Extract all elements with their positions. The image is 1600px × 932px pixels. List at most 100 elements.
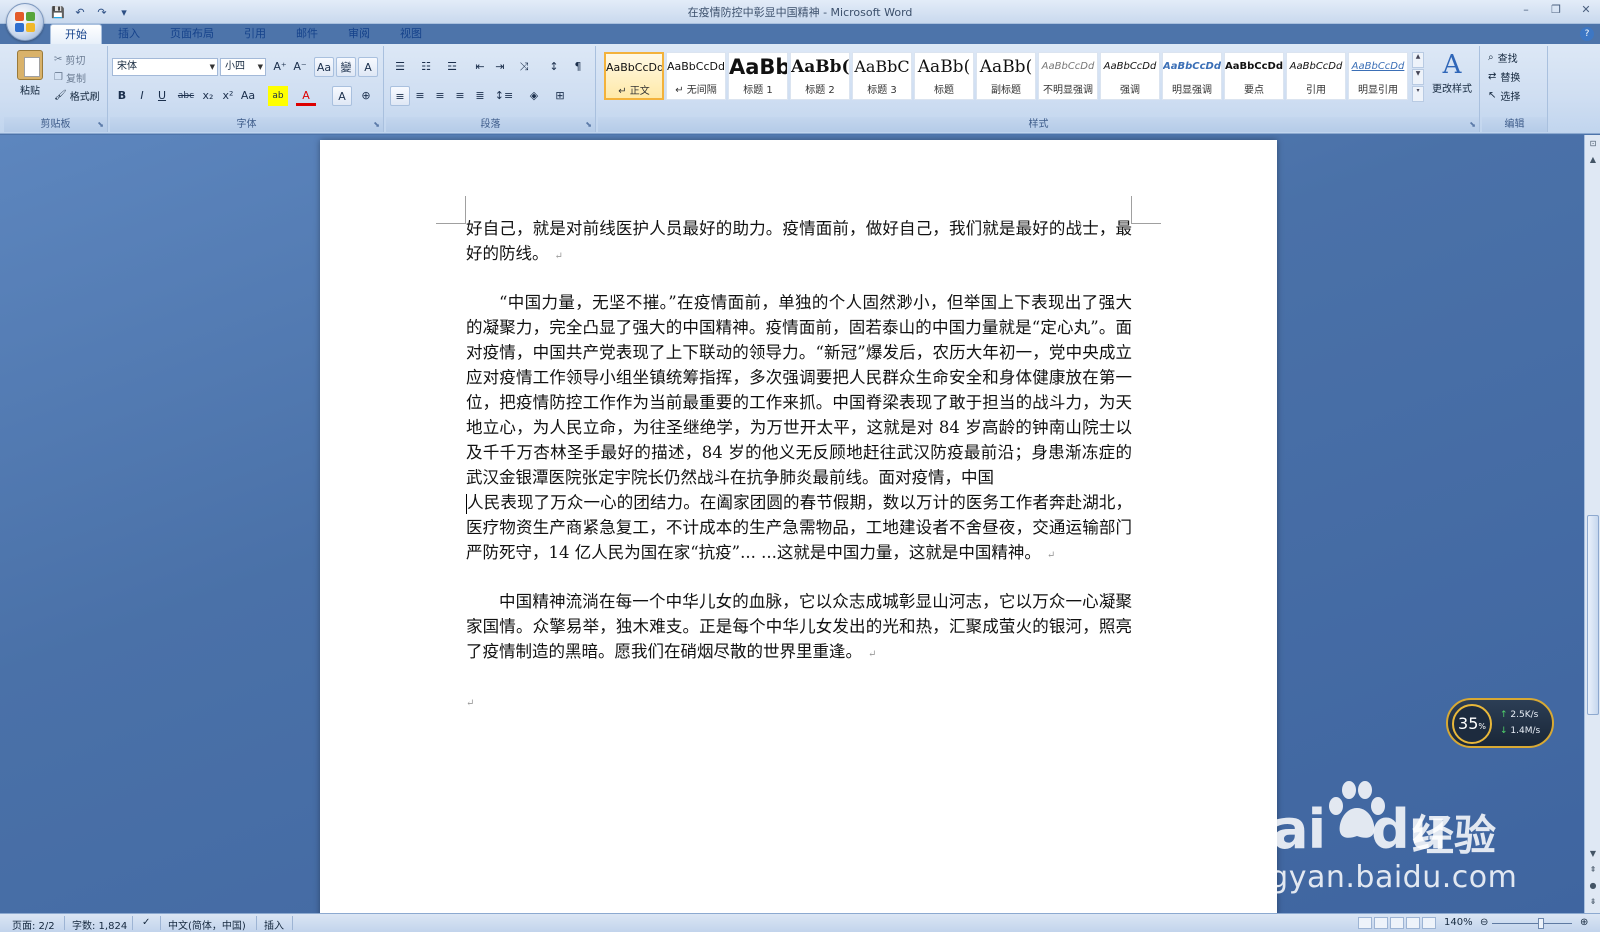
dialog-launcher-icon[interactable]: ⬊ <box>1469 120 1476 129</box>
cut-button[interactable]: ✂ 剪切 <box>54 52 85 67</box>
style-heading-1[interactable]: AaBb 标题 1 <box>728 52 788 100</box>
distributed-button[interactable]: ≣ <box>470 86 490 106</box>
change-case-button[interactable]: Aa <box>238 86 258 106</box>
select-button[interactable]: ↖ 选择 <box>1488 88 1520 103</box>
tab-view[interactable]: 视图 <box>386 24 436 44</box>
subscript-button[interactable]: x₂ <box>198 86 218 106</box>
bold-button[interactable]: B <box>112 86 132 106</box>
style-intense-emphasis[interactable]: AaBbCcDd 明显强调 <box>1162 52 1222 100</box>
format-painter-button[interactable]: 🖌 格式刷 <box>54 88 100 103</box>
sort-button[interactable]: ↕ <box>544 57 564 77</box>
italic-button[interactable]: I <box>132 86 152 106</box>
full-screen-view-icon[interactable] <box>1374 917 1388 929</box>
enclose-char-button[interactable]: ⊕ <box>356 86 376 106</box>
scroll-down-icon[interactable]: ▼ <box>1586 847 1600 861</box>
line-spacing-button[interactable]: ↕≡ <box>494 86 514 106</box>
style-intense-quote[interactable]: AaBbCcDd 明显引用 <box>1348 52 1408 100</box>
show-marks-button[interactable]: ¶ <box>568 57 588 77</box>
style-subtle-emphasis[interactable]: AaBbCcDd 不明显强调 <box>1038 52 1098 100</box>
font-size-select[interactable]: 小四 ▼ <box>220 58 266 76</box>
paste-button[interactable]: 粘贴 <box>10 50 50 110</box>
browse-object-icon[interactable]: ● <box>1586 879 1600 893</box>
dialog-launcher-icon[interactable]: ⬊ <box>97 120 104 129</box>
chinese-layout-button[interactable]: ⤨ <box>514 57 534 77</box>
tab-mailings[interactable]: 邮件 <box>282 24 332 44</box>
minimize-button[interactable]: – <box>1518 2 1534 18</box>
paragraph[interactable]: “中国力量，无坚不摧。”在疫情面前，单独的个人固然渺小，但举国上下表现出了强大的… <box>466 290 1132 490</box>
proofing-icon[interactable]: ✓ <box>142 917 150 928</box>
word-count[interactable]: 字数: 1,824 <box>72 917 127 932</box>
tab-page-layout[interactable]: 页面布局 <box>156 24 228 44</box>
close-button[interactable]: ✕ <box>1578 2 1594 18</box>
zoom-slider-track[interactable] <box>1492 923 1572 924</box>
style-subtitle[interactable]: AaBb( 副标题 <box>976 52 1036 100</box>
char-border-button[interactable]: A <box>358 57 378 77</box>
style-title[interactable]: AaBb( 标题 <box>914 52 974 100</box>
copy-button[interactable]: ❐ 复制 <box>54 70 86 85</box>
align-left-button[interactable]: ≡ <box>390 86 410 106</box>
gallery-down-icon[interactable]: ▼ <box>1412 69 1424 85</box>
dialog-launcher-icon[interactable]: ⬊ <box>585 120 592 129</box>
network-speed-widget[interactable]: 35% ↑ 2.5K/s ↓ 1.4M/s <box>1446 698 1554 748</box>
phonetic-guide-button[interactable]: 變 <box>336 57 356 77</box>
gallery-up-icon[interactable]: ▲ <box>1412 52 1424 68</box>
align-center-button[interactable]: ≡ <box>410 86 430 106</box>
font-color-button[interactable]: A <box>296 86 316 106</box>
find-button[interactable]: ⌕ 查找 <box>1488 50 1518 65</box>
tab-home[interactable]: 开始 <box>50 24 102 44</box>
scroll-thumb[interactable] <box>1587 515 1599 715</box>
zoom-in-icon[interactable]: ⊕ <box>1580 917 1588 928</box>
clear-format-button[interactable]: Aa <box>314 57 334 77</box>
style-heading-2[interactable]: AaBb( 标题 2 <box>790 52 850 100</box>
restore-button[interactable]: ❐ <box>1548 2 1564 18</box>
next-page-icon[interactable]: ⇟ <box>1586 895 1600 909</box>
print-layout-view-icon[interactable] <box>1358 917 1372 929</box>
replace-button[interactable]: ⇄ 替换 <box>1488 69 1520 84</box>
char-shading-button[interactable]: A <box>332 86 352 106</box>
help-icon[interactable]: ? <box>1580 27 1594 41</box>
strikethrough-button[interactable]: abc <box>176 86 196 106</box>
shrink-font-button[interactable]: A⁻ <box>290 57 310 77</box>
style-normal[interactable]: AaBbCcDd ↵ 正文 <box>604 52 664 100</box>
insert-mode[interactable]: 插入 <box>264 917 284 932</box>
font-name-select[interactable]: 宋体 ▼ <box>112 58 218 76</box>
justify-button[interactable]: ≡ <box>450 86 470 106</box>
underline-button[interactable]: U <box>152 86 172 106</box>
draft-view-icon[interactable] <box>1422 917 1436 929</box>
dialog-launcher-icon[interactable]: ⬊ <box>373 120 380 129</box>
paragraph[interactable]: 好自己，就是对前线医护人员最好的助力。疫情面前，做好自己，我们就是最好的战士，最… <box>466 216 1132 269</box>
language-indicator[interactable]: 中文(简体，中国) <box>168 917 246 932</box>
numbering-button[interactable]: ☷ <box>416 57 436 77</box>
superscript-button[interactable]: x² <box>218 86 238 106</box>
style-heading-3[interactable]: AaBbC 标题 3 <box>852 52 912 100</box>
paragraph[interactable]: 人民表现了万众一心的团结力。在阖家团圆的春节假期，数以万计的医务工作者奔赴湖北，… <box>466 490 1132 568</box>
multilevel-list-button[interactable]: ☲ <box>442 57 462 77</box>
shading-button[interactable]: ◈ <box>524 86 544 106</box>
bullets-button[interactable]: ☰ <box>390 57 410 77</box>
document-body[interactable]: 好自己，就是对前线医护人员最好的助力。疫情面前，做好自己，我们就是最好的战士，最… <box>466 216 1132 737</box>
decrease-indent-button[interactable]: ⇤ <box>470 57 490 77</box>
ruler-toggle-icon[interactable]: ⊡ <box>1586 137 1600 151</box>
outline-view-icon[interactable] <box>1406 917 1420 929</box>
document-page[interactable]: 好自己，就是对前线医护人员最好的助力。疫情面前，做好自己，我们就是最好的战士，最… <box>320 140 1277 913</box>
zoom-level[interactable]: 140% <box>1444 917 1473 928</box>
tab-references[interactable]: 引用 <box>230 24 280 44</box>
tab-review[interactable]: 审阅 <box>334 24 384 44</box>
style-strong[interactable]: AaBbCcDd 要点 <box>1224 52 1284 100</box>
zoom-out-icon[interactable]: ⊖ <box>1480 917 1488 928</box>
paragraph[interactable]: ↵ <box>466 688 1132 716</box>
highlight-button[interactable]: ab <box>268 86 288 106</box>
gallery-more-icon[interactable]: ▾ <box>1412 86 1424 102</box>
change-styles-button[interactable]: A 更改样式 <box>1428 50 1476 95</box>
previous-page-icon[interactable]: ⇞ <box>1586 863 1600 877</box>
vertical-scrollbar[interactable]: ⊡ ▲ ▼ ⇞ ● ⇟ <box>1584 135 1600 913</box>
style-no-spacing[interactable]: AaBbCcDd ↵ 无间隔 <box>666 52 726 100</box>
page-count[interactable]: 页面: 2/2 <box>12 917 55 932</box>
zoom-slider-thumb[interactable] <box>1538 918 1544 929</box>
tab-insert[interactable]: 插入 <box>104 24 154 44</box>
style-quote[interactable]: AaBbCcDd 引用 <box>1286 52 1346 100</box>
web-layout-view-icon[interactable] <box>1390 917 1404 929</box>
align-right-button[interactable]: ≡ <box>430 86 450 106</box>
scroll-up-icon[interactable]: ▲ <box>1586 153 1600 167</box>
borders-button[interactable]: ⊞ <box>550 86 570 106</box>
